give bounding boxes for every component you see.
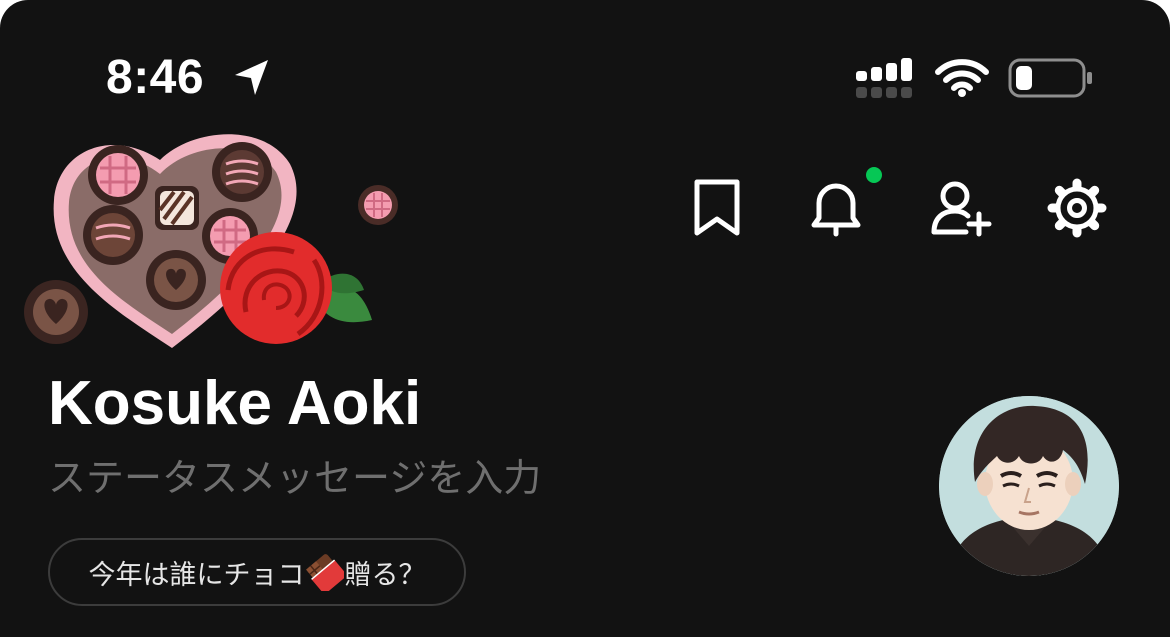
profile-name: Kosuke Aoki — [48, 369, 422, 438]
status-message-input[interactable]: ステータスメッセージを入力 — [48, 452, 541, 504]
settings-button[interactable] — [1045, 176, 1109, 240]
notifications-button[interactable] — [804, 176, 868, 240]
prompt-text-before: 今年は誰にチョコ — [88, 559, 305, 591]
wifi-icon — [935, 59, 989, 97]
profile-avatar-illustration — [939, 396, 1119, 576]
bell-icon — [811, 183, 861, 237]
notification-badge — [866, 167, 882, 183]
location-arrow-icon — [235, 60, 268, 95]
valentine-decoration — [24, 134, 398, 348]
prompt-text-after: 贈る？ — [344, 559, 426, 591]
profile-screen: 8:46 Kosuke Aoki ステータスメッセージを入力 今年は誰にチョコ … — [0, 0, 1170, 637]
status-time: 8:46 — [106, 51, 205, 104]
add-friend-button[interactable] — [928, 176, 992, 240]
battery-icon — [1008, 58, 1092, 98]
gear-icon — [1047, 178, 1107, 238]
bookmark-icon — [694, 179, 740, 236]
bookmark-button[interactable] — [685, 176, 749, 240]
valentine-prompt-button[interactable]: 今年は誰にチョコ 贈る？ — [48, 538, 466, 606]
rose-icon — [220, 232, 372, 344]
avatar[interactable] — [939, 396, 1119, 576]
cellular-signal-icon — [856, 58, 912, 98]
add-friend-icon — [931, 181, 992, 237]
chocolate-bar-icon — [305, 554, 344, 591]
